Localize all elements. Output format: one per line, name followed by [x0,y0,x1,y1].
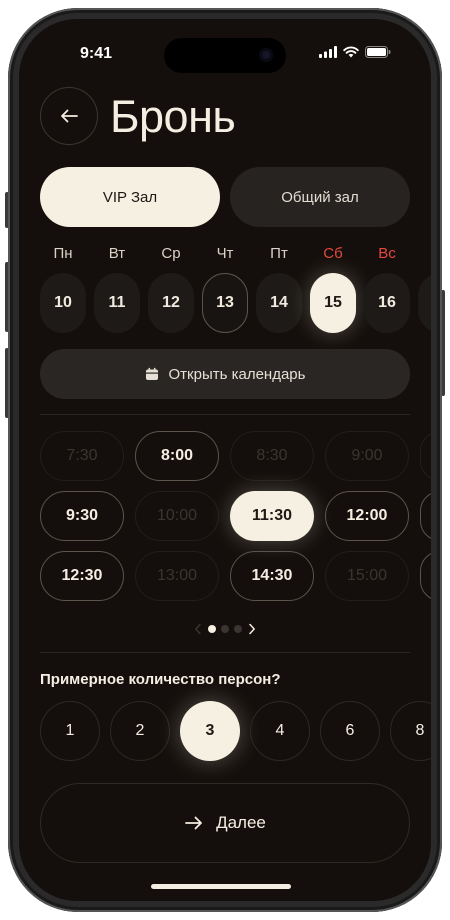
time-slot[interactable]: 12:00 [325,491,409,541]
pager-dot[interactable] [234,625,242,633]
person-count-option[interactable]: 2 [110,701,170,761]
day-number-button[interactable]: 13 [202,273,248,333]
day-name [418,243,431,265]
day-item[interactable]: Вс 16 [364,243,410,333]
day-number-button[interactable]: 12 [148,273,194,333]
divider [40,414,410,415]
time-slot[interactable]: 9:30 [40,491,124,541]
open-calendar-button[interactable]: Открыть календарь [40,349,410,399]
time-slot: 9:00 [325,431,409,481]
time-slot: 13:00 [135,551,219,601]
pager-dot[interactable] [208,625,216,633]
time-slot[interactable]: 12:30 [40,551,124,601]
slots-pager [189,621,261,637]
time-slot-peek[interactable] [420,551,431,601]
day-name: Вт [108,245,126,262]
pager-dots [208,625,242,633]
day-item[interactable]: Чт 13 [202,243,248,333]
time-slot-peek[interactable] [420,491,431,541]
day-number-button[interactable]: 10 [40,273,86,333]
day-item[interactable]: Ср 12 [148,243,194,333]
time-slot: 10:00 [135,491,219,541]
status-icons [319,46,391,58]
day-name: Чт [216,245,234,262]
persons-selector: 123468 [40,701,431,761]
day-name: Ср [161,245,181,262]
calendar-icon [145,367,158,380]
day-name: Вс [378,245,396,262]
battery-icon [365,46,391,58]
person-count-option[interactable]: 8 [390,701,431,761]
tab-common-hall[interactable]: Общий зал [230,167,410,227]
time-slot: 7:30 [40,431,124,481]
day-name: Пт [270,245,288,262]
chevron-left-icon[interactable] [194,623,202,635]
time-slot[interactable]: 8:00 [135,431,219,481]
day-number-button[interactable]: 11 [94,273,140,333]
divider [40,652,410,653]
day-item[interactable]: Вт 11 [94,243,140,333]
next-button[interactable]: Далее [40,783,410,863]
camera-icon [259,48,273,62]
page-title: Бронь [110,91,236,142]
home-indicator [151,884,291,889]
tab-vip-hall[interactable]: VIP Зал [40,167,220,227]
day-number-button[interactable] [418,273,431,333]
signal-icon [319,46,337,58]
day-name: Сб [323,245,343,262]
time-slot[interactable]: 14:30 [230,551,314,601]
day-number-button[interactable]: 16 [364,273,410,333]
next-button-label: Далее [216,813,266,832]
time-slot[interactable]: 11:30 [230,491,314,541]
day-selector: Пн 10 Вт 11 Ср 12 Чт 13 Пт 14 Сб 15 Вс 16 [40,243,431,333]
person-count-option[interactable]: 3 [180,701,240,761]
day-item[interactable]: Пт 14 [256,243,302,333]
day-item[interactable]: Сб 15 [310,243,356,333]
day-item-peek[interactable] [418,243,431,333]
person-count-option[interactable]: 1 [40,701,100,761]
person-count-option[interactable]: 6 [320,701,380,761]
open-calendar-label: Открыть календарь [168,365,306,383]
pager-dot[interactable] [221,625,229,633]
time-slot: 15:00 [325,551,409,601]
day-number-button[interactable]: 14 [256,273,302,333]
app-screen: 9:41 Бронь VIP Зал Общий зал Пн 10 Вт 11 Ср 1… [19,19,431,901]
persons-question: Примерное количество персон? [40,671,281,688]
chevron-right-icon[interactable] [248,623,256,635]
day-number-button[interactable]: 15 [310,273,356,333]
time-slot: 8:30 [230,431,314,481]
dynamic-island [164,38,286,73]
day-name: Пн [53,245,73,262]
time-slot-peek[interactable] [420,431,431,481]
day-item[interactable]: Пн 10 [40,243,86,333]
back-button[interactable] [40,87,98,145]
status-time: 9:41 [80,45,113,62]
arrow-left-icon [61,109,78,123]
wifi-icon [343,46,359,58]
arrow-right-icon [185,816,202,830]
person-count-option[interactable]: 4 [250,701,310,761]
